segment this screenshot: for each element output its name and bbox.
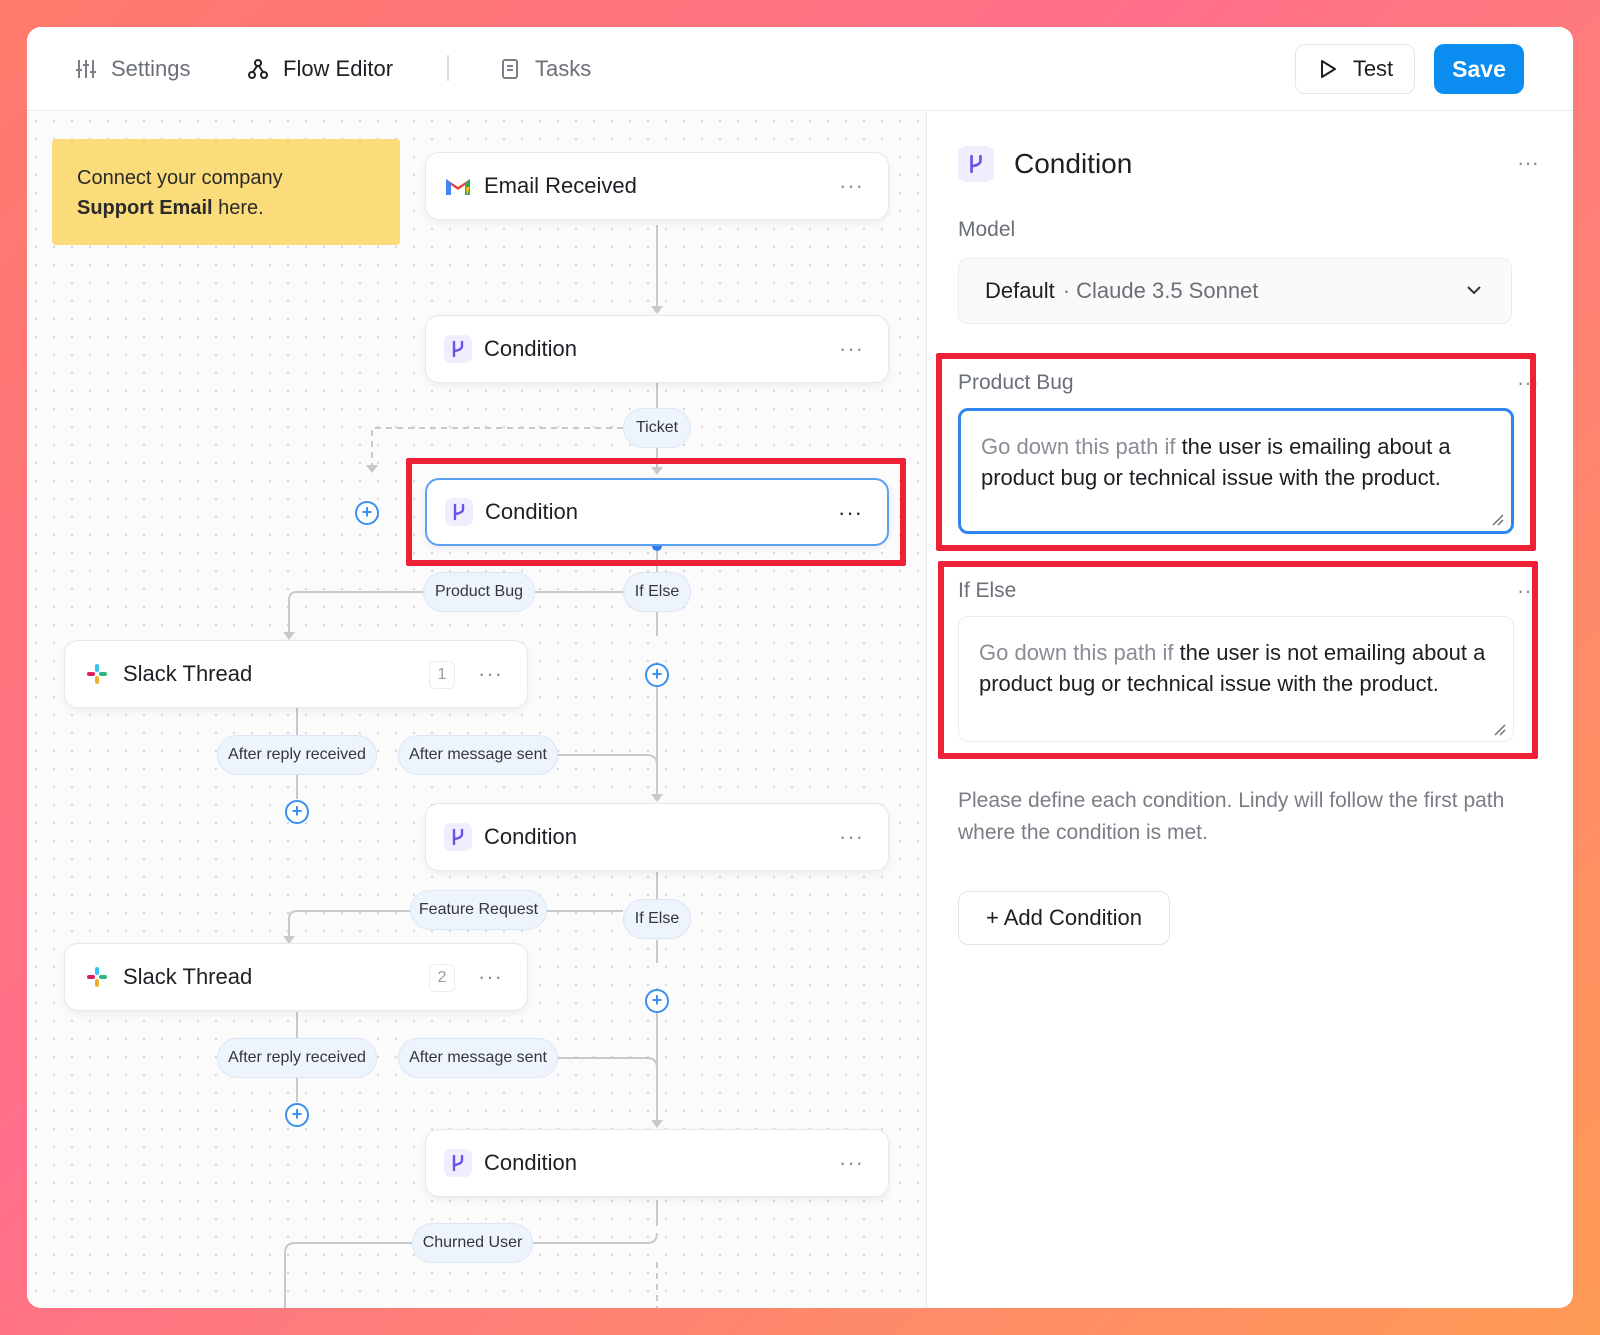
node-condition-2[interactable]: Condition ··· (425, 803, 889, 871)
model-select[interactable]: Default · Claude 3.5 Sonnet (958, 258, 1512, 324)
add-condition-button[interactable]: + Add Condition (958, 891, 1170, 945)
more-icon[interactable]: ··· (839, 336, 864, 362)
tasks-icon (502, 59, 518, 79)
node-label: Condition (484, 336, 577, 361)
node-label: Slack Thread (123, 661, 253, 686)
test-button-label: Test (1352, 56, 1394, 81)
chevron-down-icon (1467, 286, 1481, 295)
node-email-received[interactable]: Email Received ··· (425, 152, 889, 220)
branch-icon (445, 498, 473, 526)
node-label: Condition (485, 499, 578, 524)
model-default: Default (985, 278, 1055, 303)
note-text: Connect your company (77, 167, 283, 189)
add-step-plus-icon[interactable]: + (645, 989, 669, 1013)
branch-icon (444, 823, 472, 851)
tab-flow-editor-label: Flow Editor (283, 56, 394, 81)
node-label: Condition (484, 824, 577, 849)
add-step-plus-icon[interactable]: + (285, 800, 309, 824)
condition-more-icon[interactable]: ··· (1517, 370, 1539, 396)
node-condition-1[interactable]: Condition ··· (425, 315, 889, 383)
node-label: Condition (484, 1150, 577, 1175)
tab-flow-editor[interactable]: Flow Editor (247, 51, 393, 87)
branch-pill-product-bug[interactable]: Product Bug (423, 572, 535, 612)
thread-count-badge: 2 (429, 964, 455, 992)
tab-divider (447, 55, 449, 81)
app-window: Settings Flow Editor Tasks Test Save Con… (27, 27, 1573, 1308)
condition-name: Product Bug (958, 371, 1074, 394)
tab-settings[interactable]: Settings (75, 51, 191, 87)
branch-pill-if-else[interactable]: If Else (623, 899, 691, 939)
node-slack-thread-2[interactable]: Slack Thread 2 ··· (64, 943, 528, 1011)
model-label: Model (958, 218, 1016, 241)
sliders-icon (76, 60, 96, 78)
panel-title: Condition (1014, 148, 1133, 179)
node-label: Email Received (484, 173, 637, 198)
condition-name: If Else (958, 579, 1017, 602)
more-icon[interactable]: ··· (839, 1150, 864, 1176)
tab-tasks-label: Tasks (535, 56, 592, 81)
resize-grip-icon[interactable] (1491, 513, 1505, 527)
test-button[interactable]: Test (1295, 44, 1415, 94)
save-button[interactable]: Save (1434, 44, 1524, 94)
play-icon (1320, 60, 1336, 78)
branch-pill-after-reply[interactable]: After reply received (217, 735, 377, 775)
panel-more-icon[interactable]: ··· (1517, 150, 1539, 176)
flow-canvas[interactable]: Connect your company Support Email here.… (27, 112, 927, 1308)
branch-icon (444, 1149, 472, 1177)
add-step-plus-icon[interactable]: + (355, 501, 379, 525)
sticky-note[interactable]: Connect your company Support Email here. (52, 139, 400, 245)
condition-textarea[interactable]: Go down this path if the user is not ema… (958, 616, 1514, 742)
more-icon[interactable]: ··· (478, 964, 503, 990)
condition-prefix: Go down this path if (979, 640, 1174, 665)
more-icon[interactable]: ··· (838, 500, 863, 526)
top-bar: Settings Flow Editor Tasks Test Save (27, 27, 1573, 111)
branch-pill-after-sent[interactable]: After message sent (398, 1038, 558, 1078)
branch-pill-churned-user[interactable]: Churned User (412, 1223, 533, 1263)
node-condition-3[interactable]: Condition ··· (425, 1129, 889, 1197)
branch-pill-after-sent[interactable]: After message sent (398, 735, 558, 775)
condition-panel: Condition ··· Model Default · Claude 3.5… (928, 112, 1573, 1308)
branch-icon (444, 335, 472, 363)
more-icon[interactable]: ··· (839, 173, 864, 199)
branch-pill-if-else[interactable]: If Else (623, 572, 691, 612)
note-bold: Support Email (77, 197, 213, 219)
slack-icon (83, 660, 111, 688)
more-icon[interactable]: ··· (839, 824, 864, 850)
node-slack-thread-1[interactable]: Slack Thread 1 ··· (64, 640, 528, 708)
branch-pill-ticket[interactable]: Ticket (623, 408, 691, 448)
branch-icon (958, 146, 994, 182)
condition-more-icon[interactable]: ··· (1517, 578, 1539, 604)
flow-icon (248, 59, 268, 79)
condition-textarea[interactable]: Go down this path if the user is emailin… (958, 408, 1514, 534)
help-text: Please define each condition. Lindy will… (958, 789, 1505, 844)
branch-pill-after-reply[interactable]: After reply received (217, 1038, 377, 1078)
model-name: · Claude 3.5 Sonnet (1062, 278, 1259, 303)
slack-icon (83, 963, 111, 991)
note-tail: here. (212, 197, 264, 219)
thread-count-badge: 1 (429, 661, 455, 689)
resize-grip-icon[interactable] (1493, 723, 1507, 737)
add-step-plus-icon[interactable]: + (285, 1103, 309, 1127)
add-step-plus-icon[interactable]: + (645, 663, 669, 687)
tab-settings-label: Settings (111, 56, 191, 81)
node-label: Slack Thread (123, 964, 253, 989)
more-icon[interactable]: ··· (478, 661, 503, 687)
condition-prefix: Go down this path if (981, 434, 1176, 459)
node-condition-selected[interactable]: Condition ··· (425, 478, 889, 546)
tab-tasks[interactable]: Tasks (499, 51, 591, 87)
panel-header: Condition (958, 146, 1132, 182)
gmail-icon (444, 172, 472, 200)
branch-pill-feature-request[interactable]: Feature Request (410, 890, 547, 930)
